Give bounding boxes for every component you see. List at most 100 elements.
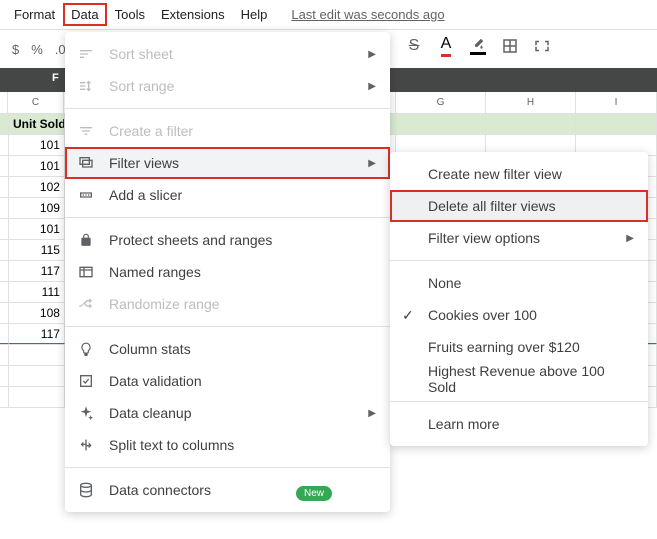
col-i[interactable]: I [576,92,657,113]
submenu-label: Fruits earning over $120 [428,339,580,355]
menu-label: Named ranges [109,264,201,280]
data-menu-dropdown: Sort sheet ▶ Sort range ▶ Create a filte… [65,32,390,512]
check-icon: ✓ [402,307,414,324]
menu-label: Add a slicer [109,187,182,203]
toolbar-right: S A [400,32,560,60]
submenu-cookies[interactable]: ✓Cookies over 100 [390,299,648,331]
menu-separator [65,217,390,218]
menu-label: Randomize range [109,296,220,312]
menu-label: Data validation [109,373,202,389]
menu-format[interactable]: Format [6,3,63,26]
menu-label: Sort sheet [109,46,173,62]
menu-create-filter[interactable]: Create a filter [65,115,390,147]
check-circle-icon [77,373,95,389]
sort-range-icon [77,78,95,94]
submenu-fruits[interactable]: Fruits earning over $120 [390,331,648,363]
cell-value[interactable]: 111 [9,282,65,302]
submenu-highest[interactable]: Highest Revenue above 100 Sold [390,363,648,395]
menu-help[interactable]: Help [233,3,276,26]
strikethrough-icon[interactable]: S [400,32,428,60]
slicer-icon [77,187,95,203]
hdr-unit-sold: Unit Sold [9,114,65,134]
lightbulb-icon [77,341,95,357]
fill-color-icon[interactable] [464,32,492,60]
menu-sort-sheet[interactable]: Sort sheet ▶ [65,38,390,70]
menu-sort-range[interactable]: Sort range ▶ [65,70,390,102]
cell-value[interactable]: 117 [9,324,65,344]
band-label-f: F [52,72,59,84]
new-badge: New [296,486,332,501]
menu-separator [65,326,390,327]
filter-views-submenu: Create new filter view Delete all filter… [390,152,648,446]
menu-data[interactable]: Data [63,3,106,26]
cell-value[interactable]: 108 [9,303,65,323]
cell-value[interactable]: 117 [9,261,65,281]
menu-data-connectors[interactable]: Data connectors [65,474,390,506]
submenu-learn-more[interactable]: Learn more [390,408,648,440]
merge-cells-icon[interactable] [528,32,556,60]
database-icon [77,482,95,498]
text-color-icon[interactable]: A [432,32,460,60]
menu-separator [390,401,648,402]
menu-label: Filter views [109,155,179,171]
chevron-right-icon: ▶ [368,158,376,169]
menu-data-cleanup[interactable]: Data cleanup ▶ [65,397,390,429]
submenu-create-new[interactable]: Create new filter view [390,158,648,190]
menu-extensions[interactable]: Extensions [153,3,233,26]
borders-icon[interactable] [496,32,524,60]
cell-value[interactable]: 102 [9,177,65,197]
submenu-none[interactable]: None [390,267,648,299]
menu-label: Split text to columns [109,437,234,453]
cell-value[interactable]: 109 [9,198,65,218]
menu-label: Sort range [109,78,174,94]
col-gutter [0,92,8,113]
last-edit-link[interactable]: Last edit was seconds ago [291,7,444,22]
cleanup-icon [77,405,95,421]
menu-column-stats[interactable]: Column stats [65,333,390,365]
menu-tools[interactable]: Tools [107,3,153,26]
cell-value[interactable]: 115 [9,240,65,260]
col-g[interactable]: G [396,92,486,113]
filter-icon [77,123,95,139]
submenu-options[interactable]: Filter view options ▶ [390,222,648,254]
chevron-right-icon: ▶ [368,49,376,60]
named-ranges-icon [77,264,95,280]
menu-label: Create a filter [109,123,193,139]
menu-add-slicer[interactable]: Add a slicer [65,179,390,211]
filter-views-icon [77,155,95,171]
menu-data-validation[interactable]: Data validation [65,365,390,397]
menu-protect[interactable]: Protect sheets and ranges [65,224,390,256]
chevron-right-icon: ▶ [368,81,376,92]
menu-separator [65,108,390,109]
menu-label: Column stats [109,341,191,357]
shuffle-icon [77,296,95,312]
chevron-right-icon: ▶ [368,408,376,419]
split-icon [77,437,95,453]
menu-separator [65,467,390,468]
menu-named-ranges[interactable]: Named ranges [65,256,390,288]
submenu-label: Highest Revenue above 100 Sold [428,363,632,395]
submenu-label: Delete all filter views [428,198,556,214]
submenu-label: None [428,275,461,291]
menu-label: Data connectors [109,482,211,498]
submenu-delete-all[interactable]: Delete all filter views [390,190,648,222]
menubar: Format Data Tools Extensions Help Last e… [0,0,657,30]
menu-separator [390,260,648,261]
menu-label: Data cleanup [109,405,192,421]
lock-icon [77,232,95,248]
tb-percent[interactable]: % [25,36,49,63]
menu-randomize[interactable]: Randomize range [65,288,390,320]
submenu-label: Create new filter view [428,166,562,182]
col-c[interactable]: C [8,92,64,113]
sort-sheet-icon [77,46,95,62]
menu-split-text[interactable]: Split text to columns [65,429,390,461]
cell-value[interactable]: 101 [9,135,65,155]
menu-filter-views[interactable]: Filter views ▶ [65,147,390,179]
chevron-right-icon: ▶ [626,233,634,244]
cell-value[interactable]: 101 [9,156,65,176]
tb-currency[interactable]: $ [6,36,25,63]
col-h[interactable]: H [486,92,576,113]
cell-value[interactable]: 101 [9,219,65,239]
menu-label: Protect sheets and ranges [109,232,272,248]
submenu-label: Filter view options [428,230,540,246]
